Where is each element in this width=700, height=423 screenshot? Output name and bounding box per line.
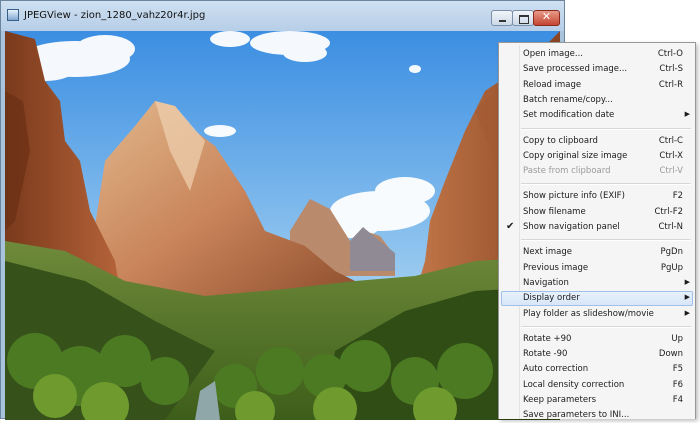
menu-item-rotate-minus-90[interactable]: Rotate -90 Down (501, 347, 693, 362)
menu-item-shortcut: F6 (672, 379, 683, 390)
menu-item-shortcut: Up (671, 333, 683, 344)
maximize-icon (519, 15, 529, 24)
menu-item-open-image[interactable]: Open image... Ctrl-O (501, 47, 693, 62)
menu-separator (521, 183, 691, 186)
menu-item-show-picture-info[interactable]: Show picture info (EXIF) F2 (501, 189, 693, 204)
menu-item-label: Rotate -90 (523, 349, 568, 360)
close-icon: ✕ (541, 10, 552, 23)
menu-item-shortcut: Ctrl-O (657, 49, 683, 59)
menu-item-local-density-correction[interactable]: Local density correction F6 (501, 378, 693, 393)
menu-item-keep-parameters[interactable]: Keep parameters F4 (501, 393, 693, 408)
menu-item-shortcut: F5 (672, 364, 683, 375)
minimize-button[interactable] (491, 10, 513, 26)
menu-item-play-folder-as-slideshow[interactable]: Play folder as slideshow/movie ▶ (501, 307, 693, 322)
menu-item-shortcut: Ctrl-X (659, 150, 683, 161)
menu-item-label: Open image... (523, 49, 583, 59)
menu-item-label: Batch rename/copy... (523, 94, 613, 105)
image-canvas[interactable] (5, 31, 560, 420)
menu-item-batch-rename-copy[interactable]: Batch rename/copy... (501, 93, 693, 108)
menu-item-shortcut: Ctrl-C (658, 135, 683, 146)
menu-item-shortcut: PgDn (660, 247, 683, 258)
menu-separator (521, 127, 691, 130)
menu-item-set-modification-date[interactable]: Set modification date ▶ (501, 108, 693, 123)
menu-item-label: Paste from clipboard (523, 166, 611, 177)
menu-item-save-processed-image[interactable]: Save processed image... Ctrl-S (501, 62, 693, 77)
menu-item-label: Rotate +90 (523, 333, 572, 344)
menu-item-display-order[interactable]: Display order ▶ (501, 291, 693, 307)
submenu-arrow-icon: ▶ (684, 110, 690, 119)
menu-item-auto-correction[interactable]: Auto correction F5 (501, 362, 693, 377)
menu-item-copy-to-clipboard[interactable]: Copy to clipboard Ctrl-C (501, 134, 693, 149)
submenu-arrow-icon: ▶ (684, 293, 690, 302)
title-bar[interactable]: JPEGView - zion_1280_vahz20r4r.jpg ✕ (1, 1, 564, 31)
menu-item-label: Play folder as slideshow/movie (523, 308, 654, 319)
menu-item-label: Show picture info (EXIF) (523, 191, 625, 202)
menu-item-paste-from-clipboard[interactable]: Paste from clipboard Ctrl-V (501, 164, 693, 179)
menu-item-next-image[interactable]: Next image PgDn (501, 245, 693, 260)
context-menu: Open image... Ctrl-O Save processed image.… (498, 42, 696, 420)
menu-item-shortcut: Ctrl-V (659, 166, 683, 177)
window-title: JPEGView - zion_1280_vahz20r4r.jpg (24, 10, 206, 21)
menu-item-label: Copy original size image (523, 150, 628, 161)
menu-separator (521, 325, 691, 328)
close-button[interactable]: ✕ (533, 10, 560, 26)
menu-item-copy-original-size-image[interactable]: Copy original size image Ctrl-X (501, 149, 693, 164)
menu-item-rotate-plus-90[interactable]: Rotate +90 Up (501, 332, 693, 347)
menu-item-label: Next image (523, 247, 572, 258)
menu-item-shortcut: Ctrl-N (658, 222, 683, 232)
menu-separator (521, 239, 691, 242)
menu-item-label: Local density correction (523, 379, 625, 390)
menu-item-shortcut: PgUp (660, 262, 683, 273)
menu-item-show-navigation-panel[interactable]: ✔ Show navigation panel Ctrl-N (501, 220, 693, 235)
menu-item-label: Navigation (523, 277, 569, 288)
menu-item-label: Save processed image... (523, 64, 628, 75)
submenu-arrow-icon: ▶ (684, 277, 690, 286)
maximize-button[interactable] (512, 10, 534, 26)
menu-item-shortcut: Ctrl-F2 (654, 206, 684, 217)
menu-item-previous-image[interactable]: Previous image PgUp (501, 261, 693, 276)
checkmark-icon: ✔ (506, 221, 515, 232)
jpegview-window: JPEGView - zion_1280_vahz20r4r.jpg ✕ (0, 0, 565, 420)
minimize-icon (499, 20, 506, 22)
menu-item-shortcut: Ctrl-S (659, 64, 683, 75)
menu-item-reload-image[interactable]: Reload image Ctrl-R (501, 78, 693, 93)
menu-item-label: Copy to clipboard (523, 135, 598, 146)
menu-item-label: Show navigation panel (523, 222, 620, 232)
menu-item-label: Auto correction (523, 364, 589, 375)
menu-item-label: Show filename (523, 206, 586, 217)
menu-item-save-parameters-to-ini[interactable]: Save parameters to INI... (501, 408, 693, 423)
landscape-photo (5, 31, 560, 420)
menu-item-label: Set modification date (523, 110, 615, 121)
menu-item-shortcut: Down (658, 349, 683, 360)
app-icon (7, 9, 19, 21)
submenu-arrow-icon: ▶ (684, 308, 690, 317)
menu-item-label: Reload image (523, 79, 582, 90)
menu-item-label: Display order (523, 293, 580, 304)
menu-item-shortcut: Ctrl-R (658, 79, 683, 90)
menu-item-navigation[interactable]: Navigation ▶ (501, 276, 693, 291)
menu-item-show-filename[interactable]: Show filename Ctrl-F2 (501, 205, 693, 220)
menu-item-label: Previous image (523, 262, 589, 273)
menu-item-label: Keep parameters (523, 395, 597, 405)
menu-item-shortcut: F2 (672, 191, 683, 202)
menu-item-shortcut: F4 (672, 395, 683, 405)
